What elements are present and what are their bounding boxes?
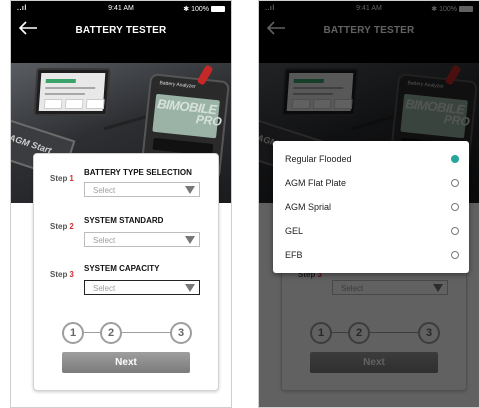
phone-screen-dropdown: ..ıl 9:41 AM ✱ 100% BATTERY TESTER Batte…: [258, 0, 479, 408]
option-label: GEL: [285, 226, 304, 236]
battery-form-card: Step1 BATTERY TYPE SELECTION Select Step…: [33, 153, 219, 391]
system-capacity-select[interactable]: Select: [84, 280, 200, 295]
option-label: AGM Flat Plate: [285, 178, 347, 188]
select-placeholder: Select: [93, 284, 116, 293]
radio-selected-icon[interactable]: [451, 155, 459, 163]
dropdown-caret-icon: [185, 284, 195, 292]
tablet-image: [33, 68, 111, 116]
bluetooth-icon: ✱: [183, 6, 192, 13]
option-label: EFB: [285, 250, 303, 260]
radio-icon[interactable]: [451, 227, 459, 235]
step-2: Step2 SYSTEM STANDARD Select: [50, 216, 210, 247]
stepper-step-2: 2: [100, 322, 122, 344]
select-placeholder: Select: [93, 236, 116, 245]
option-label: AGM Sprial: [285, 202, 332, 212]
stepper-step-1: 1: [62, 322, 84, 344]
page-title: BATTERY TESTER: [75, 25, 167, 36]
dropdown-caret-icon: [185, 186, 195, 194]
battery-status: ✱ 100%: [183, 5, 225, 13]
step-word: Step: [50, 222, 68, 231]
option-agm-flat-plate[interactable]: AGM Flat Plate: [273, 171, 469, 195]
progress-stepper: 1 2 3: [62, 322, 192, 344]
system-standard-title: SYSTEM STANDARD: [84, 216, 164, 225]
dropdown-caret-icon: [185, 236, 195, 244]
system-capacity-title: SYSTEM CAPACITY: [84, 264, 160, 273]
option-efb[interactable]: EFB: [273, 243, 469, 267]
step-word: Step: [50, 174, 68, 183]
phone-screen-form: ..ıl 9:41 AM ✱ 100% BATTERY TESTER Batte…: [10, 0, 232, 408]
radio-icon[interactable]: [451, 251, 459, 259]
option-agm-sprial[interactable]: AGM Sprial: [273, 195, 469, 219]
stepper-step-3: 3: [170, 322, 192, 344]
radio-icon[interactable]: [451, 179, 459, 187]
app-header: ..ıl 9:41 AM ✱ 100% BATTERY TESTER: [11, 1, 231, 63]
battery-icon: [211, 6, 225, 12]
radio-icon[interactable]: [451, 203, 459, 211]
select-placeholder: Select: [93, 186, 116, 195]
system-standard-select[interactable]: Select: [84, 232, 200, 247]
battery-percent: 100%: [191, 6, 209, 13]
step-word: Step: [50, 270, 68, 279]
device-brand-small: Battery Analyzer: [159, 80, 196, 90]
step-1: Step1 BATTERY TYPE SELECTION Select: [50, 168, 210, 197]
step-3: Step3 SYSTEM CAPACITY Select: [50, 264, 210, 295]
next-button[interactable]: Next: [62, 352, 190, 373]
option-gel[interactable]: GEL: [273, 219, 469, 243]
device-brand-sub: PRO: [195, 112, 223, 129]
option-regular-flooded[interactable]: Regular Flooded: [273, 147, 469, 171]
battery-type-title: BATTERY TYPE SELECTION: [84, 168, 192, 177]
battery-type-dropdown: Regular Flooded AGM Flat Plate AGM Spria…: [273, 141, 469, 273]
battery-type-select[interactable]: Select: [84, 182, 200, 197]
option-label: Regular Flooded: [285, 154, 352, 164]
step-number: 1: [69, 174, 74, 183]
step-number: 2: [69, 222, 74, 231]
status-bar: ..ıl 9:41 AM ✱ 100%: [11, 1, 231, 17]
step-number: 3: [69, 270, 74, 279]
